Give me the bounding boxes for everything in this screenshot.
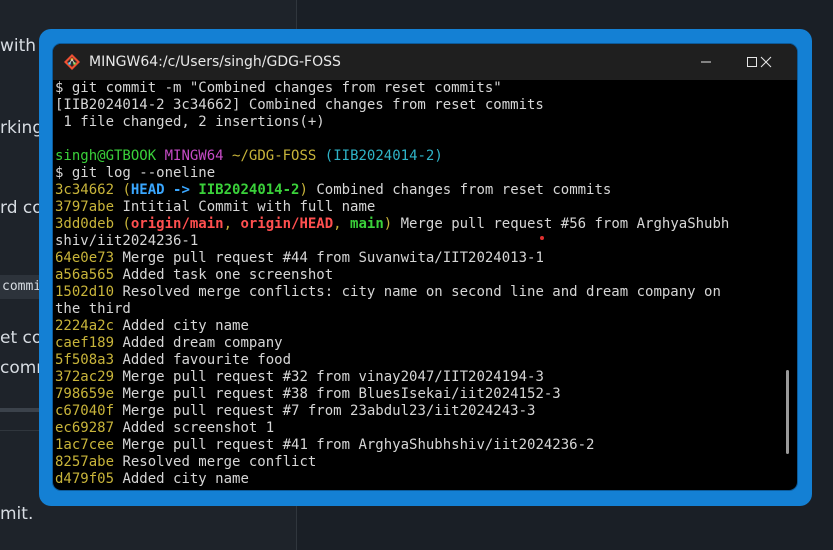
terminal-text: Added screenshot 1 [114,420,275,436]
terminal-text: Intitial Commit with full name [114,199,376,215]
terminal-text: (IIB2024014-2) [324,148,443,164]
background-text: mit. [0,504,34,524]
terminal-text: the third [55,301,131,317]
terminal-scrollbar[interactable] [786,370,789,454]
terminal-text: ( [114,182,131,198]
terminal-text: shiv/iit2024236-1 [55,233,199,249]
terminal-text: origin/main [130,216,224,232]
terminal-text: 3c34662 [55,182,115,198]
terminal-line: the third [55,301,777,318]
terminal-text: $ git log --oneline [55,165,216,181]
terminal-line: d479f05 Added city name [55,471,777,488]
terminal-text: Merge pull request #41 from ArghyaShubhs… [114,437,595,453]
terminal-line: [IIB2024014-2 3c34662] Combined changes … [55,97,777,114]
terminal-text: singh@GTBOOK [55,148,157,164]
terminal-text: c67040f [55,403,115,419]
terminal-text: Added dream company [114,335,283,351]
terminal-text: ) [299,182,308,198]
terminal-text: 5f508a3 [55,352,115,368]
terminal-text: 2224a2c [55,318,115,334]
terminal-text: 3797abe [55,199,115,215]
terminal-line: 64e0e73 Merge pull request #44 from Suva… [55,250,777,267]
terminal-text: 64e0e73 [55,250,115,266]
terminal-text: Added city name [114,318,249,334]
terminal-text: Added city name [114,471,249,487]
terminal-text: Resolved merge conflict [114,454,317,470]
terminal-text: 1502d10 [55,284,115,300]
terminal-text: Combined changes from reset commits [307,182,612,198]
terminal-text: 372ac29 [55,369,115,385]
terminal-line: 8257abe Resolved merge conflict [55,454,777,471]
terminal-text: Resolved merge conflicts: city name on s… [114,284,721,300]
close-button[interactable] [743,44,789,80]
terminal-text: MINGW64 [164,148,224,164]
terminal-text: 1ac7cee [55,437,115,453]
terminal-text: origin/HEAD [240,216,334,232]
terminal-text: caef189 [55,335,115,351]
terminal-line: caef189 Added dream company [55,335,777,352]
terminal-text: Merge pull request #32 from vinay2047/II… [114,369,544,385]
terminal-text: , [223,216,241,232]
terminal-line: 1502d10 Resolved merge conflicts: city n… [55,284,777,301]
terminal-line: 1 file changed, 2 insertions(+) [55,114,777,131]
terminal-line: 3797abe Intitial Commit with full name [55,199,777,216]
terminal-text: ( [114,216,131,232]
terminal-text: 798659e [55,386,115,402]
terminal-text: [IIB2024014-2 3c34662] Combined changes … [55,97,544,113]
terminal-text: Merge pull request #38 from BluesIsekai/… [114,386,561,402]
mouse-cursor-marker [540,236,544,240]
terminal-line: 798659e Merge pull request #38 from Blue… [55,386,777,403]
terminal-text: ) [383,216,393,232]
terminal-text: HEAD -> [130,182,199,198]
terminal-line: 5f508a3 Added favourite food [55,352,777,369]
terminal-text: a56a565 [55,267,115,283]
terminal-line: 3dd0deb (origin/main, origin/HEAD, main)… [55,216,777,233]
terminal-text: 8257abe [55,454,115,470]
terminal-text: 3dd0deb [55,216,115,232]
terminal-text: Added favourite food [114,352,292,368]
title-bar[interactable]: MINGW64:/c/Users/singh/GDG-FOSS [53,44,797,80]
terminal-line: a56a565 Added task one screenshot [55,267,777,284]
background-text: rking [0,118,44,138]
terminal-text: Merge pull request #7 from 23abdul23/iit… [114,403,536,419]
terminal-line: singh@GTBOOK MINGW64 ~/GDG-FOSS (IIB2024… [55,148,777,165]
terminal-line: 3c34662 (HEAD -> IIB2024014-2) Combined … [55,182,777,199]
terminal-line: c67040f Merge pull request #7 from 23abd… [55,403,777,420]
terminal-text: IIB2024014-2 [198,182,300,198]
terminal-text: main [350,216,384,232]
background-text: et co [0,328,43,348]
terminal-text: Merge pull request #56 from ArghyaShubh [392,216,730,232]
background-text: with [0,36,37,56]
background-rule [0,408,44,412]
terminal-window[interactable]: MINGW64:/c/Users/singh/GDG-FOSS $ git co… [53,44,797,490]
terminal-text: Merge pull request #44 from Suvanwita/II… [114,250,544,266]
terminal-line: 1ac7cee Merge pull request #41 from Argh… [55,437,777,454]
git-bash-icon [64,54,80,70]
minimize-button[interactable] [683,44,729,80]
terminal-line: shiv/iit2024236-1 [55,233,777,250]
terminal-text: $ git commit -m "Combined changes from r… [55,80,502,96]
window-title: MINGW64:/c/Users/singh/GDG-FOSS [89,54,341,70]
terminal-line: 2224a2c Added city name [55,318,777,335]
terminal-line: 372ac29 Merge pull request #32 from vina… [55,369,777,386]
minimize-icon [701,61,711,63]
terminal-output[interactable]: $ git commit -m "Combined changes from r… [55,80,777,490]
terminal-text: d479f05 [55,471,115,487]
terminal-text: 1 file changed, 2 insertions(+) [55,114,325,130]
terminal-line: $ git log --oneline [55,165,777,182]
terminal-text: , [333,216,351,232]
terminal-text: ~/GDG-FOSS [232,148,317,164]
terminal-line: $ git commit -m "Combined changes from r… [55,80,777,97]
terminal-text: Added task one screenshot [114,267,334,283]
background-text: rd co [0,198,43,218]
terminal-text: ec69287 [55,420,115,436]
terminal-line: ec69287 Added screenshot 1 [55,420,777,437]
close-icon [760,56,772,68]
